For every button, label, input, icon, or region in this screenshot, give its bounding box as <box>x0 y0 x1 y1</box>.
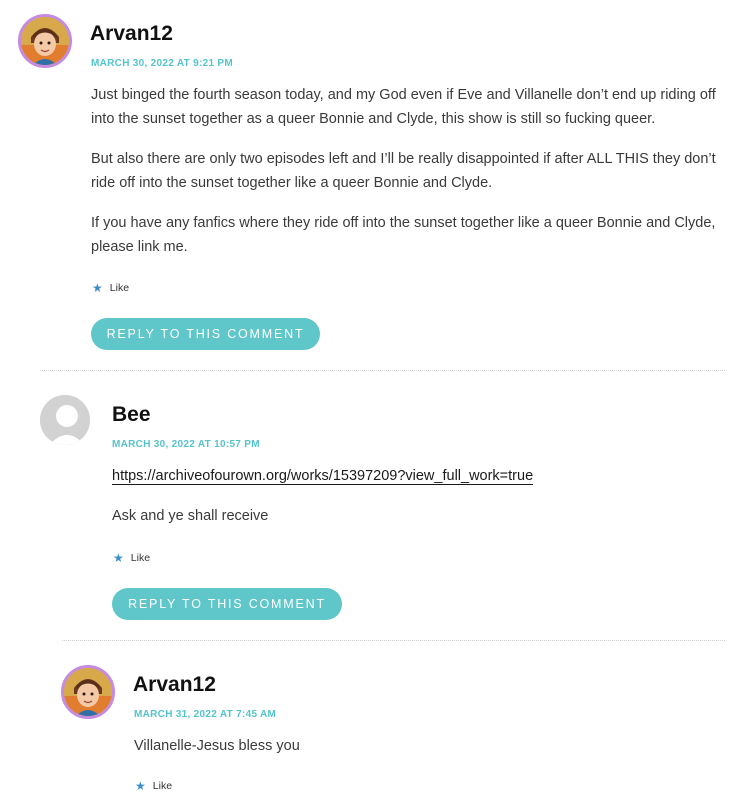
avatar[interactable] <box>18 14 72 68</box>
comment-body: Just binged the fourth season today, and… <box>91 83 723 275</box>
like-button[interactable]: ★ Like <box>135 780 172 792</box>
comment-paragraph: But also there are only two episodes lef… <box>91 151 716 191</box>
avatar[interactable] <box>40 395 90 445</box>
like-button[interactable]: ★ Like <box>92 282 129 294</box>
comment-timestamp[interactable]: MARCH 30, 2022 AT 9:21 PM <box>91 58 233 69</box>
like-label: Like <box>152 780 173 792</box>
comment-author[interactable]: Arvan12 <box>90 22 173 46</box>
default-person-icon <box>40 395 90 445</box>
avatar-image <box>21 17 69 65</box>
like-button[interactable]: ★ Like <box>113 552 150 564</box>
avatar-image <box>64 668 112 716</box>
comment-paragraph: Just binged the fourth season today, and… <box>91 87 716 127</box>
comment-paragraph: Ask and ye shall receive <box>112 508 269 524</box>
comment-body: https://archiveofourown.org/works/153972… <box>112 464 722 544</box>
like-label: Like <box>130 552 151 564</box>
comment-link[interactable]: https://archiveofourown.org/works/153972… <box>112 468 534 485</box>
comment-timestamp[interactable]: MARCH 31, 2022 AT 7:45 AM <box>134 709 276 720</box>
reply-button[interactable]: REPLY TO THIS COMMENT <box>91 318 320 350</box>
like-label: Like <box>109 282 130 294</box>
comment-divider <box>40 370 725 371</box>
comment-author[interactable]: Arvan12 <box>133 673 216 697</box>
comment-paragraph: Villanelle-Jesus bless you <box>134 738 300 754</box>
avatar[interactable] <box>61 665 115 719</box>
comment-paragraph: https://archiveofourown.org/works/153972… <box>112 464 722 488</box>
star-icon: ★ <box>135 779 146 793</box>
star-icon: ★ <box>113 551 124 565</box>
reply-button[interactable]: REPLY TO THIS COMMENT <box>112 588 342 620</box>
comment-body: Villanelle-Jesus bless you <box>134 734 724 774</box>
comment-author[interactable]: Bee <box>112 403 151 427</box>
star-icon: ★ <box>92 281 103 295</box>
comment-divider <box>62 640 725 641</box>
comment-paragraph: If you have any fanfics where they ride … <box>91 215 716 255</box>
comment-timestamp[interactable]: MARCH 30, 2022 AT 10:57 PM <box>112 439 260 450</box>
